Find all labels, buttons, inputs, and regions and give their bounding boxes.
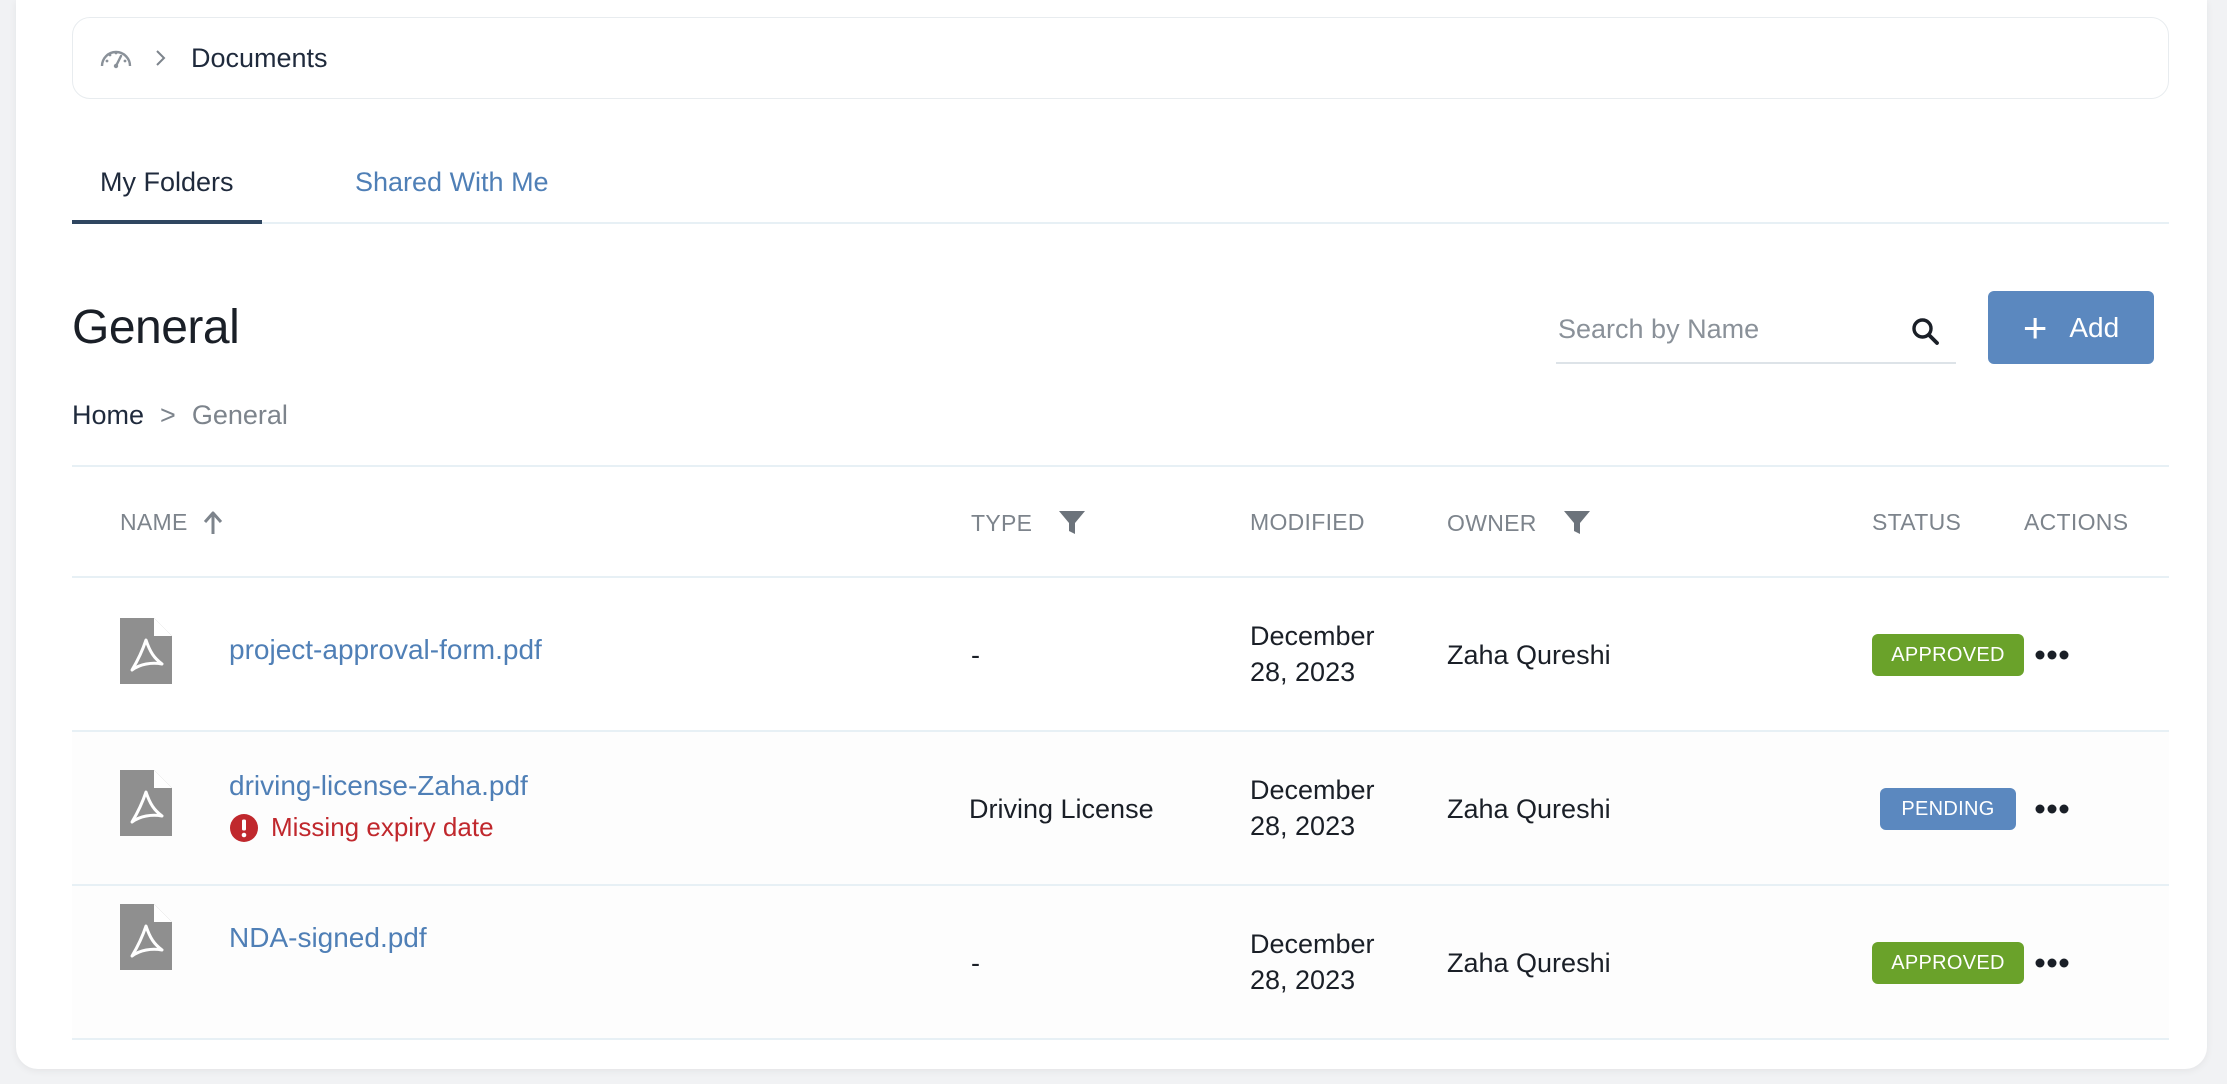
column-actions-label: ACTIONS: [2024, 509, 2129, 535]
table-row[interactable]: NDA-signed.pdf - December 28, 2023 Zaha …: [72, 886, 2169, 1040]
file-owner: Zaha Qureshi: [1447, 640, 1611, 670]
documents-card: Documents My Folders Shared With Me Gene…: [16, 0, 2207, 1069]
more-horizontal-icon[interactable]: [2032, 799, 2072, 819]
file-owner: Zaha Qureshi: [1447, 948, 1611, 978]
column-owner: OWNER: [1447, 509, 1591, 537]
column-type: TYPE: [971, 509, 1086, 537]
column-name-label: NAME: [120, 509, 188, 535]
search-input[interactable]: [1556, 302, 1896, 356]
breadcrumb-home[interactable]: Home: [72, 400, 144, 430]
file-type: -: [971, 948, 980, 978]
modified-month: December: [1250, 621, 1375, 651]
arrow-up-icon[interactable]: [202, 510, 224, 536]
plus-icon: +: [2022, 303, 2048, 351]
status-badge: APPROVED: [1872, 942, 2024, 984]
column-modified: MODIFIED: [1250, 509, 1365, 536]
search-icon[interactable]: [1910, 316, 1940, 346]
folder-breadcrumb: Home > General: [72, 400, 288, 431]
documents-table: NAME TYPE MODIFIED OWNER STATUS ACTIONS …: [72, 465, 2169, 1040]
file-warning: Missing expiry date: [229, 812, 494, 843]
pdf-file-icon: [120, 770, 172, 836]
more-horizontal-icon[interactable]: [2032, 645, 2072, 665]
exclamation-circle-icon: [229, 813, 259, 843]
folder-tabs: My Folders Shared With Me: [72, 146, 2169, 224]
file-name-link[interactable]: NDA-signed.pdf: [229, 922, 427, 954]
more-horizontal-icon[interactable]: [2032, 953, 2072, 973]
column-status-label: STATUS: [1872, 509, 1962, 535]
modified-day-year: 28, 2023: [1250, 657, 1356, 687]
pdf-file-icon: [120, 618, 172, 684]
filter-icon[interactable]: [1563, 509, 1591, 537]
file-modified: December 28, 2023: [1250, 772, 1375, 844]
modified-day-year: 28, 2023: [1250, 811, 1356, 841]
table-header: NAME TYPE MODIFIED OWNER STATUS ACTIONS: [72, 465, 2169, 578]
column-actions: ACTIONS: [2024, 509, 2128, 536]
breadcrumb-documents: Documents: [191, 42, 328, 73]
file-modified: December 28, 2023: [1250, 618, 1375, 690]
column-modified-label: MODIFIED: [1250, 509, 1365, 535]
status-badge: PENDING: [1880, 788, 2016, 830]
table-row[interactable]: project-approval-form.pdf - December 28,…: [72, 578, 2169, 732]
search-box: [1556, 302, 1956, 364]
chevron-right-icon: [153, 48, 169, 68]
column-type-label: TYPE: [971, 509, 1033, 536]
pdf-file-icon: [120, 904, 172, 970]
top-breadcrumb: Documents: [72, 17, 2169, 99]
breadcrumb-separator: >: [160, 400, 176, 430]
speedometer-icon[interactable]: [99, 44, 133, 72]
table-row[interactable]: driving-license-Zaha.pdf Missing expiry …: [72, 732, 2169, 886]
filter-icon[interactable]: [1058, 509, 1086, 537]
tab-my-folders[interactable]: My Folders: [72, 158, 262, 224]
breadcrumb-current: General: [191, 400, 288, 430]
file-modified: December 28, 2023: [1250, 926, 1375, 998]
column-status: STATUS: [1872, 509, 1961, 536]
add-button-label: Add: [2069, 311, 2120, 343]
modified-month: December: [1250, 929, 1375, 959]
modified-day-year: 28, 2023: [1250, 965, 1356, 995]
section-title: General: [72, 301, 240, 354]
file-type: Driving License: [969, 794, 1154, 824]
file-type: -: [971, 640, 980, 670]
tab-shared-with-me[interactable]: Shared With Me: [327, 158, 577, 224]
file-name-link[interactable]: project-approval-form.pdf: [229, 634, 542, 666]
warning-text: Missing expiry date: [271, 812, 494, 842]
column-owner-label: OWNER: [1447, 509, 1537, 536]
status-badge: APPROVED: [1872, 634, 2024, 676]
file-name-link[interactable]: driving-license-Zaha.pdf: [229, 770, 528, 802]
column-name[interactable]: NAME: [120, 509, 224, 536]
add-button[interactable]: + Add: [1988, 291, 2154, 364]
file-owner: Zaha Qureshi: [1447, 794, 1611, 824]
modified-month: December: [1250, 775, 1375, 805]
